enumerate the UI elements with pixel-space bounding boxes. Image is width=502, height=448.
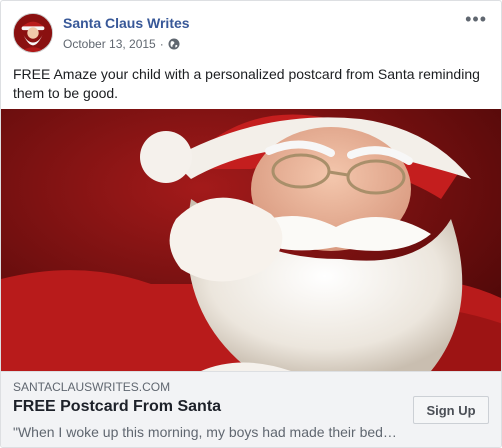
santa-avatar-icon: [14, 14, 52, 52]
santa-photo[interactable]: [1, 109, 501, 371]
more-options-icon[interactable]: •••: [465, 10, 487, 28]
post-meta: October 13, 2015 ·: [63, 37, 180, 51]
santa-illustration: [1, 109, 501, 371]
sign-up-button[interactable]: Sign Up: [413, 396, 489, 424]
page-avatar[interactable]: [13, 13, 53, 53]
page-name-link[interactable]: Santa Claus Writes: [63, 15, 190, 31]
link-title[interactable]: FREE Postcard From Santa: [13, 398, 221, 416]
link-preview[interactable]: SANTACLAUSWRITES.COM FREE Postcard From …: [1, 371, 501, 447]
post-header: Santa Claus Writes October 13, 2015 · ••…: [1, 1, 501, 61]
meta-separator: ·: [159, 37, 164, 51]
link-domain: SANTACLAUSWRITES.COM: [13, 380, 171, 394]
post-message: FREE Amaze your child with a personalize…: [13, 66, 480, 101]
post-date[interactable]: October 13, 2015: [63, 37, 156, 51]
globe-icon: [168, 38, 180, 50]
link-description: "When I woke up this morning, my boys ha…: [13, 424, 397, 440]
sponsored-post-card: Santa Claus Writes October 13, 2015 · ••…: [0, 0, 502, 448]
